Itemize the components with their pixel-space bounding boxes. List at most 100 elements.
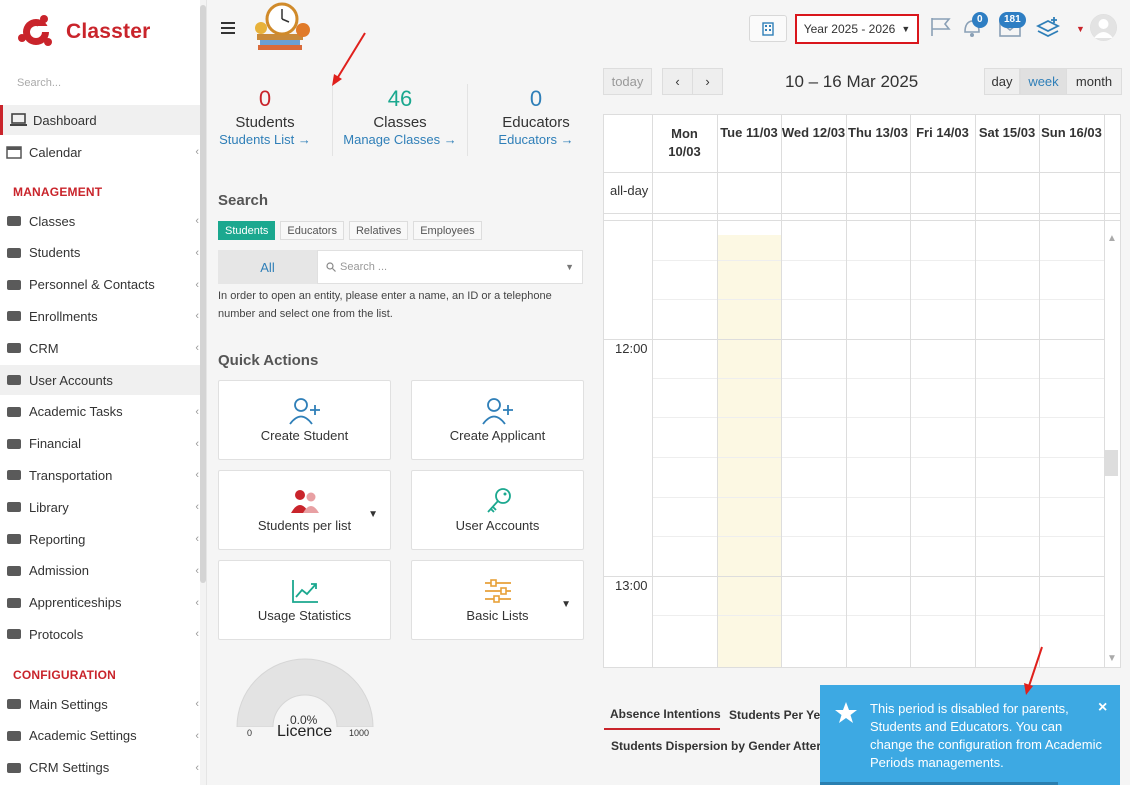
sidebar-item-label: Reporting [29, 531, 86, 547]
sidebar-item-dashboard[interactable]: Dashboard [0, 105, 206, 135]
sidebar-item-library[interactable]: Library ‹ [0, 492, 206, 522]
sidebar-item-label: Transportation [29, 467, 113, 483]
search-scope-button[interactable]: All [218, 250, 317, 284]
students-list-link[interactable]: Students List → [205, 132, 325, 147]
chevron-left-icon: ‹ [195, 146, 199, 158]
flag-button[interactable] [929, 16, 953, 38]
annotation-arrow [1024, 646, 1043, 695]
create-applicant-button[interactable]: Create Applicant [411, 380, 584, 460]
chevron-left-icon: ‹ [195, 596, 199, 609]
settings-icon [6, 697, 23, 711]
calendar-grid[interactable]: Mon 10/03 Tue 11/03 Wed 12/03 Thu 13/03 … [603, 114, 1121, 668]
tab-students[interactable]: Students [218, 221, 276, 240]
calendar-next-button[interactable]: › [692, 68, 723, 95]
laptop-icon [10, 113, 27, 127]
caret-down-icon[interactable]: ▼ [368, 509, 378, 520]
chevron-left-icon: ‹ [675, 74, 680, 89]
educators-link[interactable]: Educators → [476, 132, 596, 147]
sidebar-item-main-settings[interactable]: Main Settings ‹ [0, 689, 206, 719]
user-menu-caret-icon[interactable]: ▼ [1076, 24, 1085, 34]
tab-students-per-year[interactable]: Students Per Yea [729, 708, 820, 722]
sidebar-item-label: Academic Tasks [29, 404, 123, 420]
section-configuration: CONFIGURATION [13, 668, 117, 682]
sidebar-item-protocols[interactable]: Protocols ‹ [0, 619, 206, 649]
manage-classes-link[interactable]: Manage Classes → [340, 132, 460, 147]
toast-close-button[interactable]: × [1098, 699, 1107, 717]
sidebar-item-label: Protocols [29, 626, 84, 642]
layers-button[interactable] [1035, 16, 1061, 38]
add-user-icon [481, 397, 515, 425]
sidebar-item-label: Calendar [29, 144, 82, 160]
menu-toggle-button[interactable] [221, 22, 235, 34]
brand-logo[interactable]: Classter [16, 10, 150, 54]
quick-actions-title: Quick Actions [218, 352, 319, 369]
scroll-down-icon[interactable]: ▼ [1107, 653, 1117, 664]
sidebar-item-students[interactable]: Students ‹ [0, 238, 206, 268]
chevron-left-icon: ‹ [195, 405, 199, 418]
sidebar-item-reporting[interactable]: Reporting ‹ [0, 524, 206, 554]
view-day-button[interactable]: day [984, 68, 1020, 95]
quick-action-label: Create Applicant [449, 428, 546, 443]
view-week-button[interactable]: week [1020, 68, 1067, 95]
sidebar-item-admission[interactable]: Admission ‹ [0, 556, 206, 586]
academic-year-select[interactable]: Year 2025 - 2026 ▼ [795, 14, 919, 44]
school-selector-button[interactable] [749, 15, 787, 42]
entity-search-input[interactable]: Search ... ▼ [317, 250, 583, 284]
stat-label: Classes [373, 114, 427, 131]
create-student-button[interactable]: Create Student [218, 380, 391, 460]
sidebar-item-enrollments[interactable]: Enrollments ‹ [0, 301, 206, 331]
sidebar-item-calendar[interactable]: Calendar ‹ [0, 137, 206, 167]
notifications-badge: 0 [972, 12, 988, 28]
tab-educators[interactable]: Educators [280, 221, 344, 240]
calendar-today-button[interactable]: today [603, 68, 652, 95]
calendar-prev-button[interactable]: ‹ [662, 68, 693, 95]
section-management: MANAGEMENT [13, 185, 103, 199]
sidebar-item-classes[interactable]: Classes ‹ [0, 206, 206, 236]
sidebar-item-user-accounts[interactable]: User Accounts [0, 365, 206, 395]
annotation-arrow [332, 32, 366, 86]
sidebar-item-personnel-contacts[interactable]: Personnel & Contacts ‹ [0, 270, 206, 300]
printer-icon [6, 532, 23, 546]
tab-attendance[interactable]: Atter [793, 739, 821, 753]
view-month-button[interactable]: month [1066, 68, 1122, 95]
sidebar-item-label: Enrollments [29, 308, 98, 324]
sidebar-item-label: Classes [29, 213, 76, 229]
day-header-thu: Thu 13/03 [848, 125, 908, 140]
tab-employees[interactable]: Employees [413, 221, 482, 240]
tab-students-dispersion-gender[interactable]: Students Dispersion by Gender [611, 739, 790, 753]
sidebar-search-input[interactable]: Search... [17, 77, 197, 89]
sidebar-item-academic-settings[interactable]: Academic Settings ‹ [0, 721, 206, 751]
quick-action-label: Create Student [260, 428, 349, 443]
basic-lists-button[interactable]: Basic Lists ▼ [411, 560, 584, 640]
classter-logo-icon [16, 12, 56, 52]
sidebar: Classter Search... Dashboard Calendar ‹ … [0, 0, 207, 785]
sidebar-item-transportation[interactable]: Transportation ‹ [0, 460, 206, 490]
search-icon [326, 262, 336, 272]
sidebar-item-label: Apprenticeships [29, 595, 122, 611]
students-per-list-button[interactable]: Students per list ▼ [218, 470, 391, 550]
scroll-up-icon[interactable]: ▲ [1107, 233, 1117, 244]
user-avatar[interactable] [1090, 14, 1117, 41]
tab-absence-intentions[interactable]: Absence Intentions [610, 707, 721, 721]
sidebar-item-academic-tasks[interactable]: Academic Tasks ‹ [0, 397, 206, 427]
sidebar-item-label: Academic Settings [29, 728, 137, 744]
sidebar-item-crm-settings[interactable]: CRM Settings ‹ [0, 753, 206, 783]
person-icon [6, 278, 23, 292]
sidebar-item-financial[interactable]: Financial ‹ [0, 429, 206, 459]
tab-relatives[interactable]: Relatives [348, 221, 409, 240]
period-disabled-toast: This period is disabled for parents, Stu… [820, 685, 1120, 785]
sidebar-item-label: Financial [29, 436, 82, 452]
caret-down-icon[interactable]: ▼ [561, 599, 571, 610]
calendar-scrollbar-thumb[interactable] [1104, 450, 1118, 476]
stat-value: 0 [529, 86, 543, 111]
books-icon [6, 500, 23, 514]
sidebar-item-crm[interactable]: CRM ‹ [0, 333, 206, 363]
sidebar-item-apprenticeships[interactable]: Apprenticeships ‹ [0, 588, 206, 618]
divider [332, 84, 333, 156]
stat-students: 0 Students Students List → [205, 86, 325, 147]
user-accounts-button[interactable]: User Accounts [411, 470, 584, 550]
usage-statistics-button[interactable]: Usage Statistics [218, 560, 391, 640]
quick-action-label: Basic Lists [466, 608, 529, 623]
day-header-wed: Wed 12/03 [781, 125, 846, 140]
classes-icon [6, 729, 23, 743]
